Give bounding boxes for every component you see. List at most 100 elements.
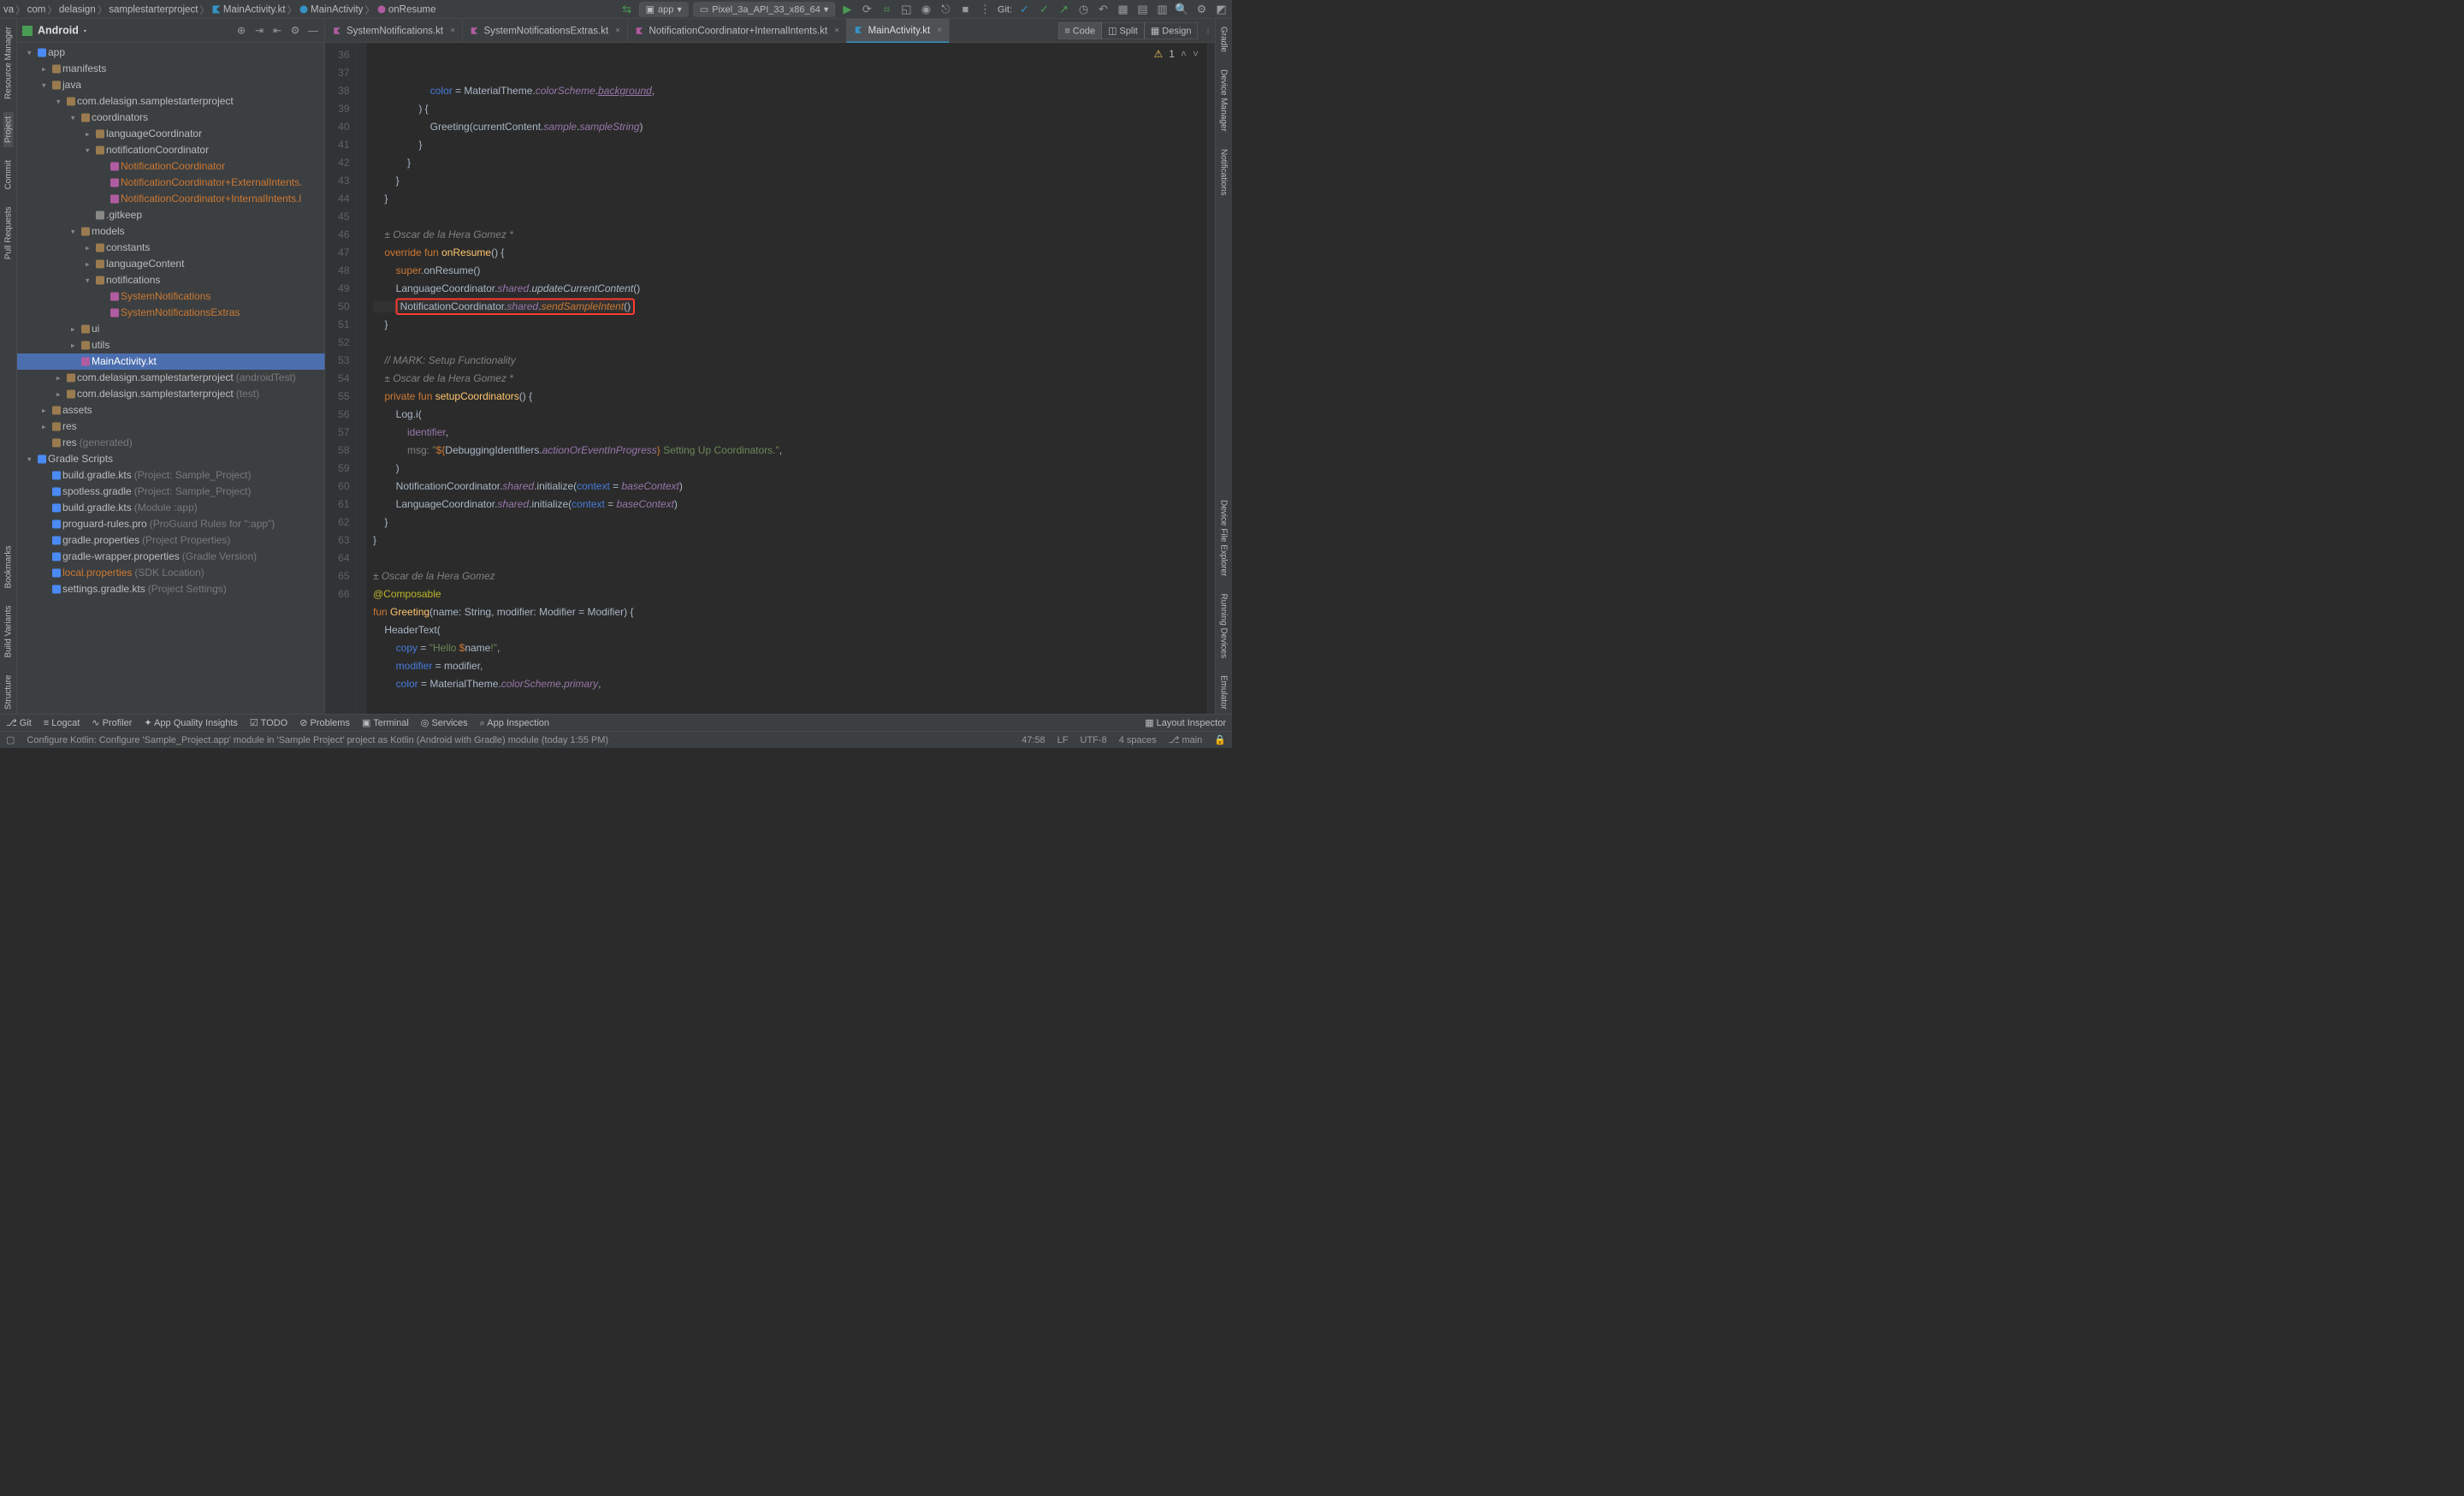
inspection-button[interactable]: ⌕ App Inspection xyxy=(480,717,549,728)
tool-window-button[interactable]: Notifications xyxy=(1219,145,1229,199)
tree-item[interactable]: gradle-wrapper.properties(Gradle Version… xyxy=(17,549,325,565)
terminal-button[interactable]: ▣ Terminal xyxy=(362,717,409,728)
tool-window-button[interactable]: Project xyxy=(3,112,14,147)
tool-window-button[interactable]: Gradle xyxy=(1219,22,1229,56)
attach-debugger-icon[interactable]: ⎋ xyxy=(939,2,953,16)
more-tabs-icon[interactable]: ⋮ xyxy=(1201,27,1215,33)
tree-item[interactable]: NotificationCoordinator+ExternalIntents. xyxy=(17,175,325,191)
tree-item[interactable]: local.properties(SDK Location) xyxy=(17,565,325,581)
crumb[interactable]: delasign xyxy=(59,3,96,15)
crumb[interactable]: samplestarterproject xyxy=(109,3,198,15)
git-branch[interactable]: ⎇ main xyxy=(1169,734,1203,745)
avd-icon[interactable]: ▦ xyxy=(1116,2,1130,16)
chevron-down-icon[interactable]: ▾ xyxy=(84,27,86,33)
file-encoding[interactable]: UTF-8 xyxy=(1081,734,1107,745)
coverage-icon[interactable]: ◱ xyxy=(899,2,914,16)
fold-gutter[interactable] xyxy=(356,43,366,714)
editor-tab[interactable]: MainActivity.kt× xyxy=(847,19,950,43)
tree-item[interactable]: NotificationCoordinator+InternalIntents.… xyxy=(17,191,325,207)
breadcrumbs[interactable]: va〉 com〉 delasign〉 samplestarterproject〉… xyxy=(3,2,617,16)
crumb[interactable]: onResume xyxy=(388,3,436,15)
tree-item[interactable]: ▾notificationCoordinator xyxy=(17,142,325,158)
tree-item[interactable]: ▸constants xyxy=(17,240,325,256)
tool-window-button[interactable]: Pull Requests xyxy=(3,203,14,264)
crumb[interactable]: MainActivity xyxy=(311,3,363,15)
logcat-button[interactable]: ≡ Logcat xyxy=(44,717,80,728)
tree-item[interactable]: build.gradle.kts(Module :app) xyxy=(17,500,325,516)
tree-item[interactable]: ▾notifications xyxy=(17,272,325,288)
run-config-dropdown[interactable]: ▣app▾ xyxy=(639,2,688,16)
code-editor[interactable]: 3637383940414243444546474849505152535455… xyxy=(325,43,1215,714)
tool-window-button[interactable]: Bookmarks xyxy=(3,541,14,592)
debug-button[interactable]: ⌗ xyxy=(880,2,894,16)
code-mode-button[interactable]: ≡Code xyxy=(1058,22,1102,39)
tree-item[interactable]: ▸utils xyxy=(17,337,325,353)
split-mode-button[interactable]: ◫Split xyxy=(1102,22,1145,39)
code-content[interactable]: ⚠1˄˅ color = MaterialTheme.colorScheme.b… xyxy=(366,43,1207,714)
tree-item[interactable]: ▸res xyxy=(17,419,325,435)
tree-item[interactable]: ▸languageCoordinator xyxy=(17,126,325,142)
up-icon[interactable]: ˄ xyxy=(1181,45,1187,63)
editor-tab[interactable]: NotificationCoordinator+InternalIntents.… xyxy=(628,19,847,43)
tree-item[interactable]: .gitkeep xyxy=(17,207,325,223)
design-mode-button[interactable]: ▦Design xyxy=(1144,22,1198,39)
apply-changes-icon[interactable]: ⟳ xyxy=(860,2,874,16)
expand-icon[interactable]: ⇤ xyxy=(271,24,284,37)
tree-item[interactable]: ▾app xyxy=(17,45,325,61)
todo-button[interactable]: ☑ TODO xyxy=(250,717,287,728)
tool-window-button[interactable]: Commit xyxy=(3,156,14,193)
close-tab-icon[interactable]: × xyxy=(615,26,620,36)
close-tab-icon[interactable]: × xyxy=(937,25,942,35)
rollback-icon[interactable]: ↶ xyxy=(1096,2,1111,16)
tool-window-button[interactable]: Structure xyxy=(3,670,14,714)
tool-windows-icon[interactable]: ▢ xyxy=(6,734,15,745)
tree-item[interactable]: ▸assets xyxy=(17,402,325,419)
git-push-icon[interactable]: ↗ xyxy=(1057,2,1071,16)
history-icon[interactable]: ◷ xyxy=(1076,2,1091,16)
line-separator[interactable]: LF xyxy=(1057,734,1069,745)
resource-icon[interactable]: ▥ xyxy=(1155,2,1170,16)
tree-item[interactable]: ▸manifests xyxy=(17,61,325,77)
tree-item[interactable]: ▾Gradle Scripts xyxy=(17,451,325,467)
tree-item[interactable]: ▾models xyxy=(17,223,325,240)
crumb[interactable]: com xyxy=(27,3,46,15)
more-icon[interactable]: ⋮ xyxy=(978,2,992,16)
tree-item[interactable]: spotless.gradle(Project: Sample_Project) xyxy=(17,484,325,500)
sdk-icon[interactable]: ▤ xyxy=(1135,2,1150,16)
run-button[interactable]: ▶ xyxy=(840,2,855,16)
gear-icon[interactable]: ⚙ xyxy=(289,24,302,37)
close-tab-icon[interactable]: × xyxy=(450,26,455,36)
editor-tab[interactable]: SystemNotificationsExtras.kt× xyxy=(462,19,627,43)
layout-inspector-button[interactable]: ▦ Layout Inspector xyxy=(1145,717,1226,728)
tree-item[interactable]: SystemNotifications xyxy=(17,288,325,305)
git-commit-icon[interactable]: ✓ xyxy=(1037,2,1051,16)
tool-window-button[interactable]: Build Variants xyxy=(3,601,14,662)
sync-icon[interactable]: ⇆ xyxy=(619,2,634,16)
caret-position[interactable]: 47:58 xyxy=(1022,734,1045,745)
profile-icon[interactable]: ◉ xyxy=(919,2,933,16)
tool-window-button[interactable]: Emulator xyxy=(1219,671,1229,714)
tree-item[interactable]: MainActivity.kt xyxy=(17,353,325,370)
tree-item[interactable]: ▾java xyxy=(17,77,325,93)
hide-icon[interactable]: — xyxy=(307,24,320,37)
tree-item[interactable]: ▸com.delasign.samplestarterproject(andro… xyxy=(17,370,325,386)
profiler-button[interactable]: ∿ Profiler xyxy=(92,717,132,728)
tree-item[interactable]: build.gradle.kts(Project: Sample_Project… xyxy=(17,467,325,484)
tree-item[interactable]: NotificationCoordinator xyxy=(17,158,325,175)
close-tab-icon[interactable]: × xyxy=(834,26,839,36)
tool-window-button[interactable]: Device Manager xyxy=(1219,65,1229,136)
editor-tab[interactable]: SystemNotifications.kt× xyxy=(325,19,462,43)
crumb[interactable]: va xyxy=(3,3,14,15)
tree-item[interactable]: ▸ui xyxy=(17,321,325,337)
tree-item[interactable]: ▾coordinators xyxy=(17,110,325,126)
tool-window-button[interactable]: Resource Manager xyxy=(3,22,14,104)
error-stripe[interactable] xyxy=(1207,43,1215,714)
settings-icon[interactable]: ⚙ xyxy=(1194,2,1209,16)
collapse-icon[interactable]: ⇥ xyxy=(253,24,266,37)
indent[interactable]: 4 spaces xyxy=(1119,734,1157,745)
inspection-widget[interactable]: ⚠1˄˅ xyxy=(1154,45,1199,63)
search-icon[interactable]: 🔍 xyxy=(1175,2,1189,16)
target-icon[interactable]: ⊕ xyxy=(235,24,248,37)
tree-item[interactable]: SystemNotificationsExtras xyxy=(17,305,325,321)
git-update-icon[interactable]: ✓ xyxy=(1017,2,1032,16)
